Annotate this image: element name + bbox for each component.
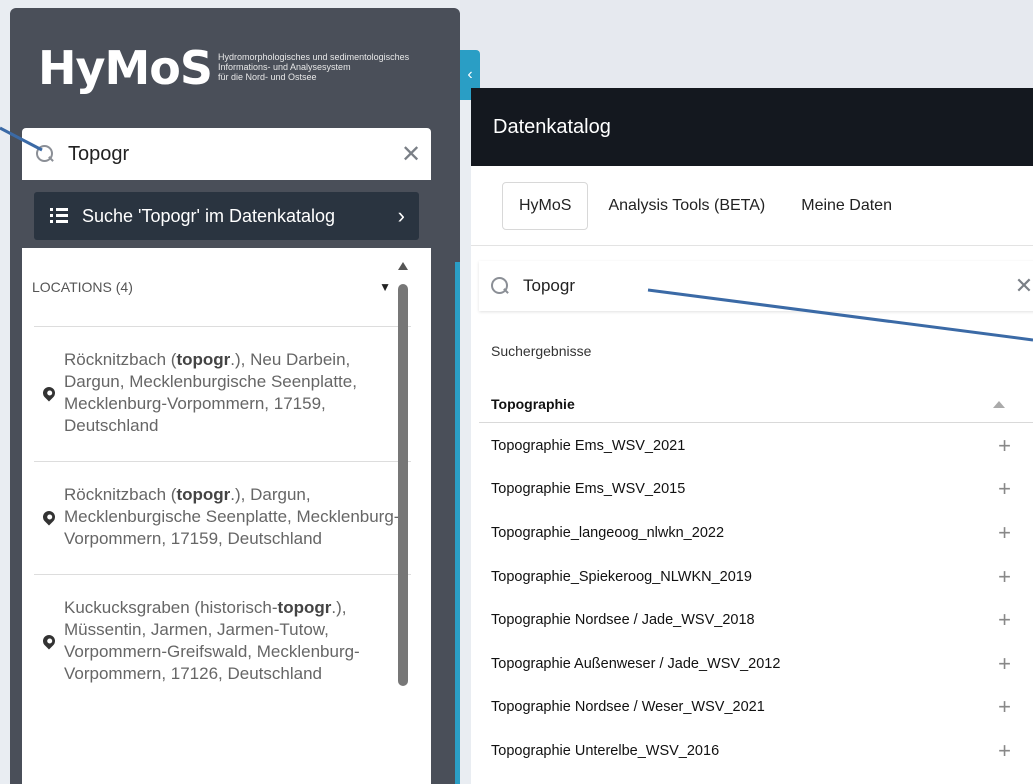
location-item[interactable]: Röcknitzbach (topogr.), Dargun, Mecklenb… — [34, 461, 411, 574]
add-icon[interactable]: + — [998, 694, 1011, 720]
result-label: Topographie Nordsee / Weser_WSV_2021 — [491, 699, 765, 716]
add-icon[interactable]: + — [998, 433, 1011, 459]
logo-subtitle: Hydromorphologisches und sedimentologisc… — [218, 52, 478, 82]
result-row[interactable]: Topographie_langeoog_nlwkn_2022 + — [479, 511, 1033, 555]
scroll-up-arrow[interactable] — [398, 262, 408, 270]
locations-section-header[interactable]: LOCATIONS (4) ▼ — [22, 248, 431, 326]
data-catalog-panel: Datenkatalog HyMoS Analysis Tools (BETA)… — [471, 88, 1033, 784]
result-label: Topographie Nordsee / Jade_WSV_2018 — [491, 612, 755, 629]
add-icon[interactable]: + — [998, 564, 1011, 590]
search-in-catalog-label: Suche 'Topogr' im Datenkatalog — [82, 205, 336, 226]
results-scrollbar[interactable] — [396, 262, 410, 784]
panel-divider — [455, 262, 460, 784]
map-pin-icon — [34, 632, 64, 650]
catalog-title: Datenkatalog — [471, 88, 1033, 166]
location-text: Röcknitzbach (topogr.), Dargun, Mecklenb… — [64, 484, 411, 550]
location-match: topogr — [176, 350, 231, 369]
result-row[interactable]: Topographie Ems_WSV_2021 + — [479, 424, 1033, 468]
clear-search-icon[interactable]: ✕ — [1009, 266, 1033, 306]
result-label: Topographie Unterelbe_WSV_2016 — [491, 742, 720, 759]
add-icon[interactable]: + — [998, 607, 1011, 633]
search-icon — [479, 260, 515, 312]
add-icon[interactable]: + — [998, 520, 1011, 546]
location-match: topogr — [176, 485, 231, 504]
list-icon — [50, 208, 72, 224]
result-label: Topographie_langeoog_nlwkn_2022 — [491, 524, 725, 541]
catalog-search-input[interactable]: Topogr — [515, 276, 1009, 296]
locations-header-label: LOCATIONS (4) — [32, 279, 133, 295]
search-results-label: Suchergebnisse — [491, 343, 592, 359]
search-in-catalog-button[interactable]: Suche 'Topogr' im Datenkatalog › — [34, 192, 419, 240]
location-search-box[interactable]: Topogr ✕ — [22, 128, 431, 180]
result-row[interactable]: Topographie Ems_WSV_2015 + — [479, 468, 1033, 512]
location-search-input[interactable]: Topogr — [62, 143, 391, 166]
result-label: Topographie Außenweser / Jade_WSV_2012 — [491, 655, 781, 672]
add-icon[interactable]: + — [998, 476, 1011, 502]
result-label: Topographie Ems_WSV_2015 — [491, 481, 686, 498]
result-group-label: Topographie — [491, 396, 575, 412]
catalog-search-box[interactable]: Topogr ✕ — [479, 261, 1033, 311]
logo-wordmark: HyMoS — [38, 41, 213, 95]
result-row[interactable]: Topographie Unterelbe_WSV_2016 + — [479, 729, 1033, 773]
map-background — [460, 0, 1033, 90]
catalog-search-wrap: Suche 'Topogr' im Datenkatalog › — [22, 180, 431, 248]
logo-subtitle-line: Hydromorphologisches und sedimentologisc… — [218, 52, 410, 62]
logo-subtitle-line: Informations- und Analysesystem — [218, 62, 351, 72]
result-label: Topographie_Spiekeroog_NLWKN_2019 — [491, 568, 752, 585]
hymos-logo: HyMoS Hydromorphologisches und sedimento… — [38, 42, 478, 94]
location-text: Röcknitzbach (topogr.), Neu Darbein, Dar… — [64, 349, 411, 437]
tab-analysis-tools[interactable]: Analysis Tools (BETA) — [592, 183, 781, 229]
tab-hymos[interactable]: HyMoS — [502, 181, 589, 230]
result-label: Topographie Ems_WSV_2021 — [491, 437, 686, 454]
result-list: Topographie Ems_WSV_2021 + Topographie Em… — [479, 424, 1033, 773]
location-results: LOCATIONS (4) ▼ Röcknitzbach (topogr.), … — [22, 248, 431, 784]
location-text-part: Kuckucksgraben (historisch- — [64, 598, 278, 617]
location-item[interactable]: Röcknitzbach (topogr.), Neu Darbein, Dar… — [34, 326, 411, 461]
add-icon[interactable]: + — [998, 651, 1011, 677]
location-text-part: Röcknitzbach ( — [64, 485, 177, 504]
result-row[interactable]: Topographie_Spiekeroog_NLWKN_2019 + — [479, 555, 1033, 599]
result-row[interactable]: Topographie Nordsee / Jade_WSV_2018 + — [479, 598, 1033, 642]
logo-subtitle-line: für die Nord- und Ostsee — [218, 72, 317, 82]
map-pin-icon — [34, 508, 64, 526]
result-row[interactable]: Topographie Außenweser / Jade_WSV_2012 + — [479, 642, 1033, 686]
location-item[interactable]: Kuckucksgraben (historisch-topogr.), Müs… — [34, 574, 411, 709]
catalog-tabs: HyMoS Analysis Tools (BETA) Meine Daten — [471, 166, 1033, 246]
location-text: Kuckucksgraben (historisch-topogr.), Müs… — [64, 597, 411, 685]
chevron-right-icon: › — [397, 203, 405, 228]
tab-meine-daten[interactable]: Meine Daten — [785, 183, 908, 229]
add-icon[interactable]: + — [998, 738, 1011, 764]
location-match: topogr — [277, 598, 332, 617]
caret-down-icon[interactable]: ▼ — [379, 280, 391, 294]
caret-up-icon[interactable] — [993, 400, 1005, 408]
map-pin-icon — [34, 384, 64, 402]
clear-search-icon[interactable]: ✕ — [391, 134, 431, 174]
location-text-part: Röcknitzbach ( — [64, 350, 177, 369]
scroll-thumb[interactable] — [398, 284, 408, 686]
search-icon — [22, 128, 62, 180]
result-row[interactable]: Topographie Nordsee / Weser_WSV_2021 + — [479, 686, 1033, 730]
result-group-header[interactable]: Topographie — [479, 386, 1033, 423]
